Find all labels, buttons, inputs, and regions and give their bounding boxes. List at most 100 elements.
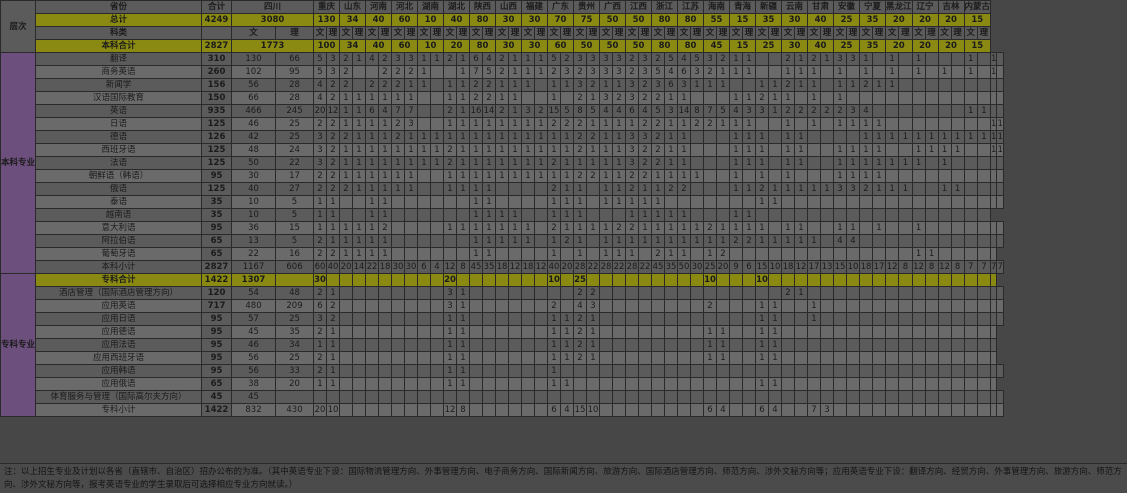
quota-cell[interactable] <box>339 377 354 391</box>
quota-cell[interactable] <box>950 52 965 66</box>
subject-li[interactable]: 理 <box>716 26 731 40</box>
quota-cell[interactable]: 1 <box>339 104 354 118</box>
quota-cell[interactable] <box>807 169 822 183</box>
quota-cell[interactable] <box>898 299 913 313</box>
quota-cell[interactable] <box>996 403 1004 417</box>
subject-wen[interactable]: 文 <box>677 26 692 40</box>
quota-cell[interactable]: 1 <box>521 130 536 144</box>
quota-cell[interactable]: 5 <box>560 104 575 118</box>
quota-cell[interactable]: 3 <box>521 104 536 118</box>
quota-cell[interactable]: 1 <box>898 182 913 196</box>
major-name[interactable]: 德语 <box>35 130 203 144</box>
benke-total-cell[interactable]: 25 <box>755 39 783 53</box>
subject-li[interactable]: 理 <box>326 26 341 40</box>
quota-cell[interactable] <box>638 325 653 339</box>
quota-cell[interactable] <box>794 364 809 378</box>
quota-cell[interactable] <box>859 286 874 300</box>
quota-cell[interactable] <box>469 390 484 404</box>
quota-cell[interactable] <box>690 195 705 209</box>
quota-cell[interactable] <box>534 377 549 391</box>
quota-cell[interactable]: 1 <box>729 117 744 131</box>
quota-cell[interactable] <box>937 117 952 131</box>
quota-cell[interactable]: 3 <box>313 130 328 144</box>
quota-cell[interactable] <box>391 364 406 378</box>
province-26[interactable]: 内蒙古 <box>963 0 992 14</box>
quota-cell[interactable] <box>924 364 939 378</box>
quota-cell[interactable]: 1 <box>560 156 575 170</box>
quota-cell[interactable] <box>378 377 393 391</box>
quota-cell[interactable] <box>521 273 536 287</box>
quota-cell[interactable] <box>859 351 874 365</box>
benke-total-cell[interactable]: 50 <box>573 39 601 53</box>
quota-cell[interactable]: 1 <box>625 234 640 248</box>
quota-cell[interactable]: 2 <box>781 104 796 118</box>
quota-cell[interactable]: 1 <box>768 91 783 105</box>
province-9[interactable]: 福建 <box>521 0 549 14</box>
quota-cell[interactable]: 1 <box>638 182 653 196</box>
major-total[interactable]: 935 <box>201 104 233 118</box>
province-23[interactable]: 黑龙江 <box>885 0 913 14</box>
quota-cell[interactable] <box>911 273 926 287</box>
quota-cell[interactable] <box>651 403 666 417</box>
quota-cell[interactable]: 1 <box>976 130 992 144</box>
quota-cell[interactable]: 1 <box>794 78 809 92</box>
quota-cell[interactable]: 1 <box>950 143 965 157</box>
quota-cell[interactable] <box>456 247 471 261</box>
quota-cell[interactable]: 1 <box>469 221 484 235</box>
quota-cell[interactable]: 1 <box>417 52 432 66</box>
quota-cell[interactable]: 24 <box>275 143 315 157</box>
quota-cell[interactable]: 2 <box>625 182 640 196</box>
quota-cell[interactable] <box>950 195 965 209</box>
quota-cell[interactable]: 1 <box>352 104 367 118</box>
quota-cell[interactable] <box>651 364 666 378</box>
quota-cell[interactable]: 1 <box>716 117 731 131</box>
quota-cell[interactable]: 3 <box>625 91 640 105</box>
subject-wen[interactable]: 文 <box>911 26 926 40</box>
quota-cell[interactable] <box>625 312 640 326</box>
quota-cell[interactable]: 1 <box>768 351 783 365</box>
quota-cell[interactable]: 430 <box>275 403 315 417</box>
province-25[interactable]: 吉林 <box>937 0 965 14</box>
major-name[interactable]: 专科合计 <box>35 273 203 287</box>
quota-cell[interactable]: 1 <box>313 195 328 209</box>
quota-cell[interactable]: 1 <box>547 143 562 157</box>
quota-cell[interactable] <box>495 338 510 352</box>
quota-cell[interactable]: 1 <box>469 247 484 261</box>
quota-cell[interactable]: 1 <box>508 156 523 170</box>
quota-cell[interactable] <box>859 234 874 248</box>
quota-cell[interactable] <box>846 390 861 404</box>
quota-cell[interactable]: 1 <box>326 364 341 378</box>
subject-total[interactable] <box>201 26 233 40</box>
quota-cell[interactable]: 2 <box>638 143 653 157</box>
quota-cell[interactable] <box>690 364 705 378</box>
quota-cell[interactable]: 1 <box>378 156 393 170</box>
quota-cell[interactable]: 1 <box>937 130 952 144</box>
quota-cell[interactable] <box>664 195 679 209</box>
quota-cell[interactable]: 2 <box>716 247 731 261</box>
province-24[interactable]: 辽宁 <box>911 0 939 14</box>
subject-wen[interactable]: 文 <box>833 26 848 40</box>
quota-cell[interactable] <box>716 143 731 157</box>
quota-cell[interactable] <box>534 299 549 313</box>
quota-cell[interactable]: 1 <box>352 91 367 105</box>
quota-cell[interactable]: 1 <box>638 221 653 235</box>
quota-cell[interactable]: 30 <box>231 169 277 183</box>
quota-cell[interactable]: 1 <box>755 234 770 248</box>
quota-cell[interactable] <box>742 247 757 261</box>
quota-cell[interactable]: 1 <box>755 130 770 144</box>
quota-cell[interactable] <box>846 325 861 339</box>
quota-cell[interactable]: 20 <box>313 104 328 118</box>
quota-cell[interactable]: 1 <box>872 143 887 157</box>
quota-cell[interactable]: 1 <box>339 234 354 248</box>
quota-cell[interactable]: 5 <box>313 52 328 66</box>
quota-cell[interactable]: 1 <box>521 117 536 131</box>
quota-cell[interactable]: 1 <box>573 156 588 170</box>
quota-cell[interactable]: 15 <box>275 221 315 235</box>
quota-cell[interactable] <box>859 364 874 378</box>
major-name[interactable]: 西班牙语 <box>35 143 203 157</box>
quota-cell[interactable] <box>352 403 367 417</box>
quota-cell[interactable]: 9 <box>729 260 744 274</box>
quota-cell[interactable] <box>716 364 731 378</box>
quota-cell[interactable]: 1 <box>768 78 783 92</box>
quota-cell[interactable]: 1 <box>508 91 523 105</box>
